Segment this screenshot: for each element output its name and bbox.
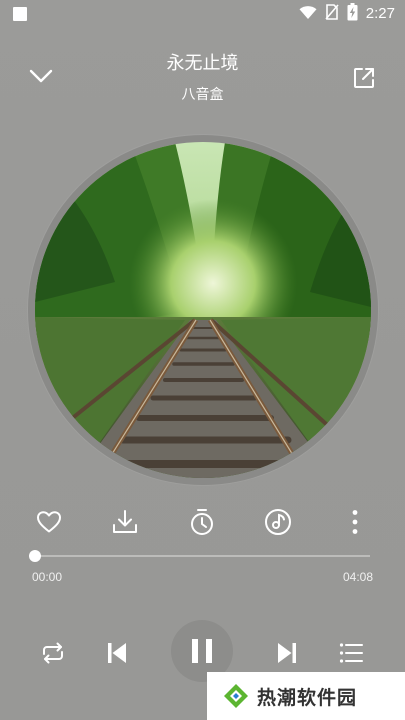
- battery-charging-icon: [347, 3, 358, 25]
- progress-bar[interactable]: [29, 548, 370, 564]
- more-vertical-icon: [352, 510, 358, 534]
- status-bar: 2:27: [0, 0, 405, 28]
- player-header: 永无止境 八音盒: [0, 40, 405, 120]
- skip-next-icon: [278, 643, 296, 663]
- music-disc-icon: [265, 509, 291, 535]
- song-title: 永无止境: [166, 53, 239, 74]
- heart-outline-icon: [37, 511, 61, 533]
- action-row: [0, 503, 405, 541]
- progress-track: [35, 555, 370, 557]
- status-icons: 2:27: [299, 3, 395, 25]
- skip-previous-icon: [108, 643, 126, 663]
- sleep-timer-button[interactable]: [183, 503, 221, 541]
- previous-button[interactable]: [100, 636, 134, 670]
- notification-square-icon: [13, 7, 27, 21]
- now-playing-screen: 2:27 永无止境 八音盒 00:00 04:08 热潮软件园: [0, 0, 405, 720]
- pause-icon: [192, 639, 212, 663]
- more-options-button[interactable]: [336, 503, 374, 541]
- next-button[interactable]: [270, 636, 304, 670]
- share-button[interactable]: [348, 62, 380, 94]
- album-art[interactable]: [35, 142, 371, 478]
- download-button[interactable]: [106, 503, 144, 541]
- repeat-icon: [43, 642, 63, 664]
- collapse-button[interactable]: [25, 60, 57, 92]
- progress-thumb[interactable]: [29, 550, 41, 562]
- favorite-button[interactable]: [30, 503, 68, 541]
- repeat-button[interactable]: [36, 636, 70, 670]
- status-time: 2:27: [365, 5, 395, 22]
- current-time: 00:00: [32, 570, 63, 584]
- watermark: 热潮软件园: [207, 672, 405, 720]
- timer-icon: [191, 509, 213, 535]
- sound-effect-button[interactable]: [259, 503, 297, 541]
- watermark-text: 热潮软件园: [257, 686, 358, 709]
- chevron-down-icon: [29, 69, 53, 83]
- share-external-icon: [354, 68, 374, 88]
- no-sim-icon: [325, 4, 339, 24]
- download-icon: [113, 510, 137, 533]
- artist-name[interactable]: 八音盒: [60, 86, 345, 104]
- playlist-icon: [339, 643, 363, 663]
- playlist-button[interactable]: [334, 636, 368, 670]
- album-art-railway-forest-icon: [35, 142, 371, 478]
- diamond-logo-icon: [224, 684, 248, 708]
- wifi-icon: [299, 5, 317, 24]
- total-time: 04:08: [342, 570, 373, 584]
